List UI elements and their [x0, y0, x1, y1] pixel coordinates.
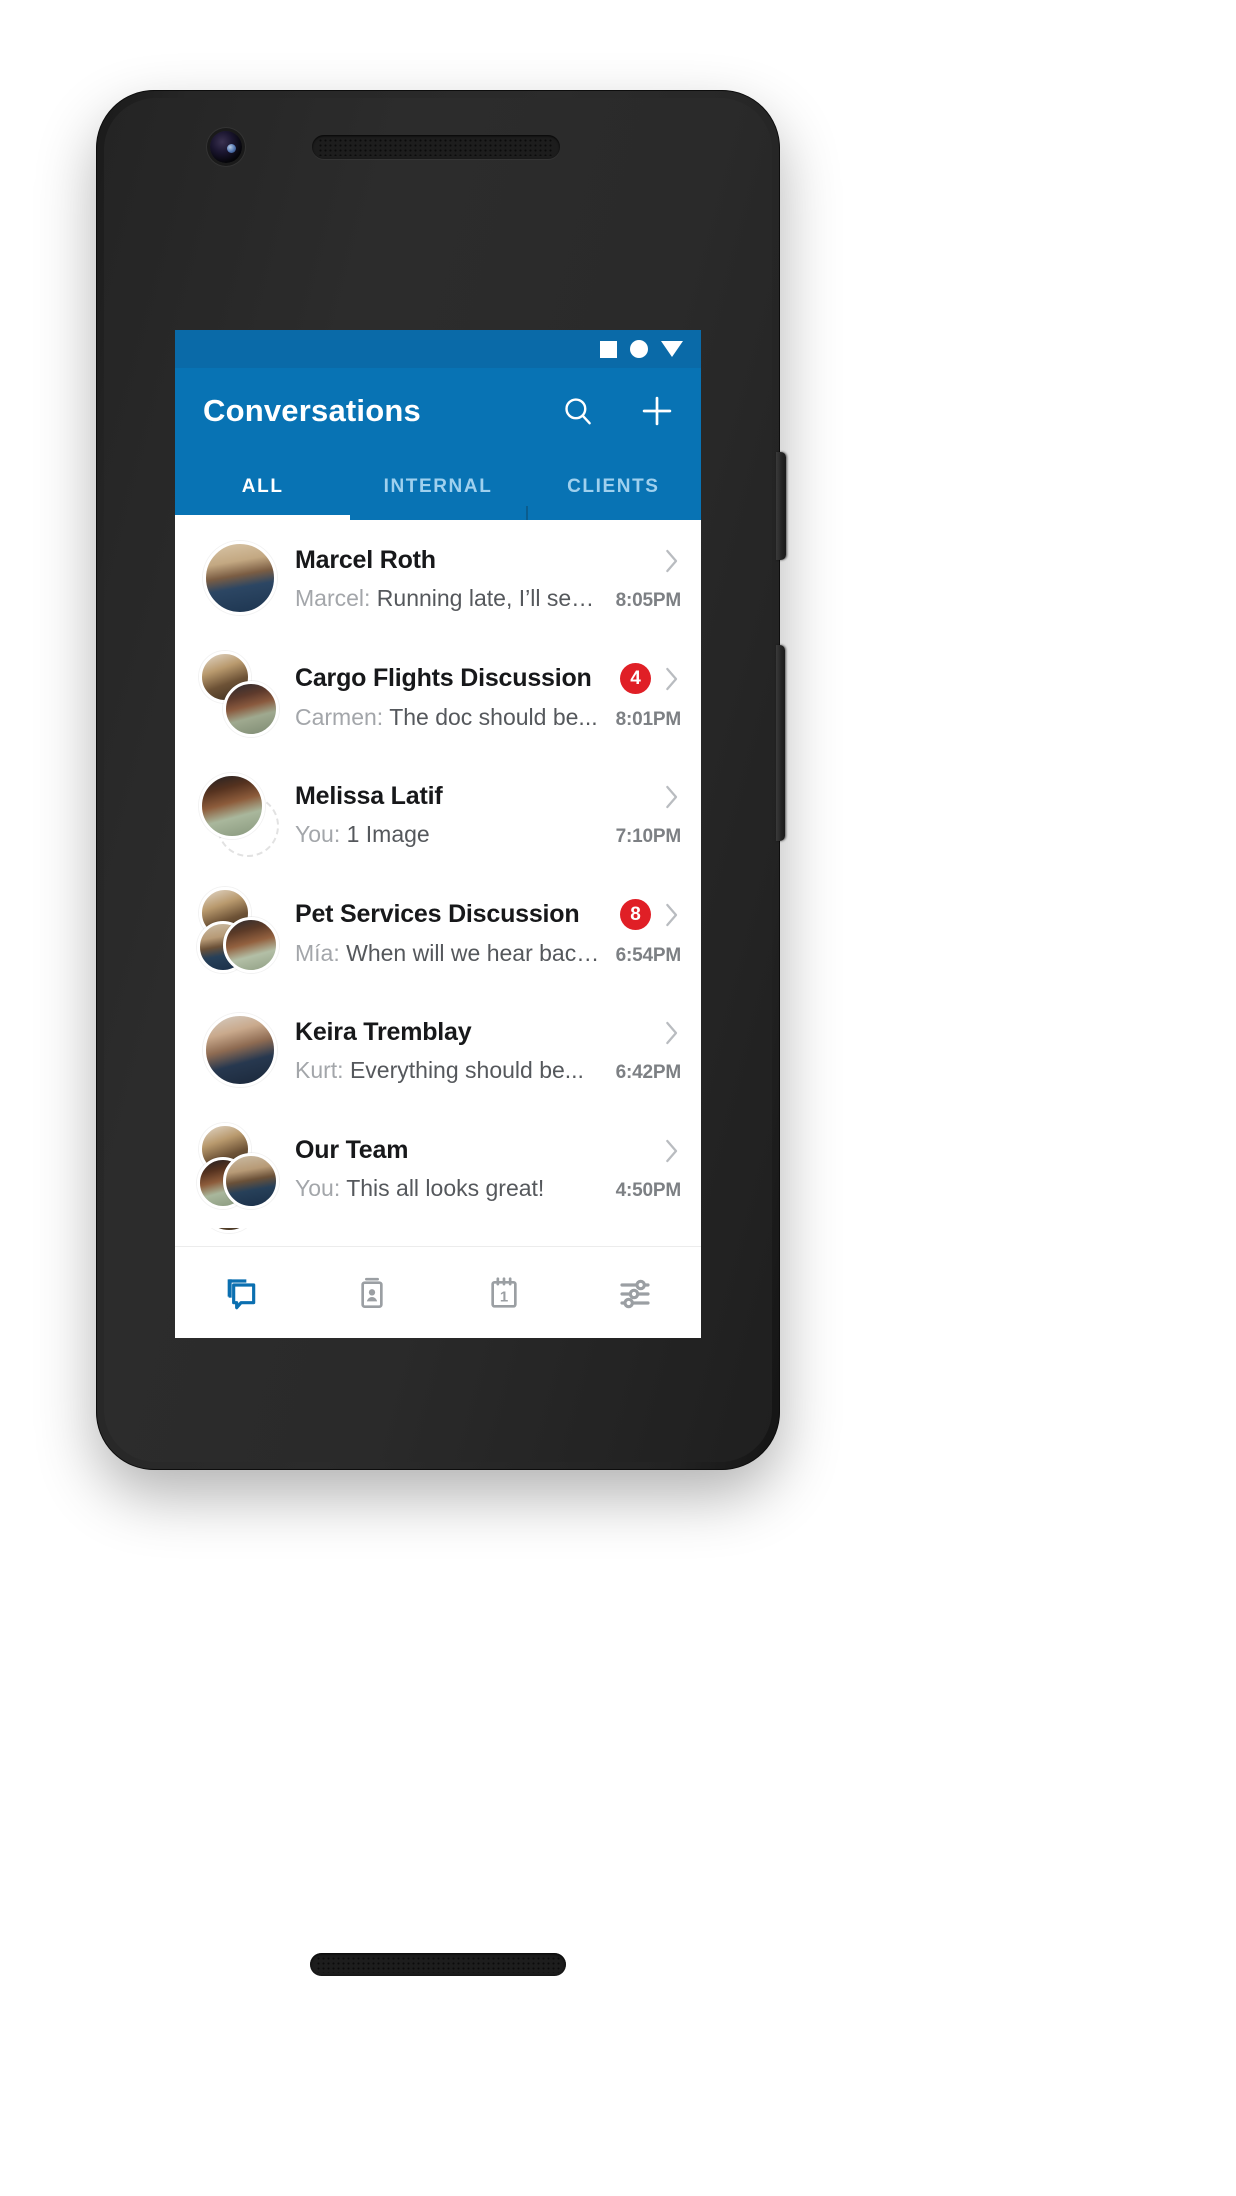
bottom-speaker [310, 1953, 566, 1976]
conversation-preview: Carmen: The doc should be... [295, 704, 602, 731]
chevron-right-icon [666, 903, 678, 926]
avatar-image [223, 917, 279, 973]
conversation-preview: Marcel: Running late, I’ll send... [295, 585, 602, 612]
status-badge: 4 [620, 663, 651, 694]
chevron-right-icon [666, 667, 678, 690]
avatar-image [203, 541, 277, 615]
conversation-preview: You: This all looks great! [295, 1175, 602, 1202]
volume-button[interactable] [776, 645, 785, 841]
calendar-icon: 1 [491, 1276, 517, 1308]
tab-all[interactable]: ALL [175, 454, 350, 520]
conversation-time: 6:42PM [615, 1062, 682, 1083]
status-badge: 8 [620, 899, 651, 930]
conversation-title: Our Team [295, 1136, 409, 1164]
preview-sender: You: [295, 1175, 341, 1201]
preview-text: 1 Image [346, 821, 430, 847]
preview-text: This all looks great! [346, 1175, 545, 1201]
preview-sender: Kurt: [295, 1057, 344, 1083]
bottom-navigation: 1 [175, 1246, 701, 1338]
preview-sender: You: [295, 821, 341, 847]
conversation-time: 4:50PM [615, 1180, 682, 1201]
nav-item-contacts[interactable] [307, 1274, 439, 1314]
avatar-image [199, 1228, 259, 1233]
nav-item-calendar[interactable]: 1 [438, 1274, 570, 1314]
chat-bubbles-icon [227, 1278, 256, 1309]
list-item[interactable]: Marcel Roth Marcel: Running late, I’ll s… [175, 520, 701, 638]
avatar-image [203, 1013, 277, 1087]
preview-sender: Mía: [295, 940, 340, 966]
conversation-time: 8:05PM [615, 590, 682, 611]
list-item[interactable]: Our Team You: This all looks great! 4:50… [175, 1110, 701, 1228]
screenshot-root: Conversations ALL INTERNAL CLIENTS Marce… [0, 0, 1236, 2196]
conversation-title: Cargo Flights Discussion [295, 664, 592, 692]
conversation-preview: Mía: When will we hear back... [295, 940, 602, 967]
preview-text: Everything should be... [349, 1057, 584, 1083]
tab-divider [525, 506, 528, 520]
page-title: Conversations [203, 393, 421, 428]
avatar [197, 533, 283, 625]
conversation-list[interactable]: Marcel Roth Marcel: Running late, I’ll s… [175, 520, 701, 1246]
conversation-title: Marcel Roth [295, 546, 436, 574]
contact-card-icon [361, 1277, 383, 1308]
conversation-preview: Kurt: Everything should be... [295, 1057, 602, 1084]
avatar-image [223, 681, 279, 737]
tab-bar: ALL INTERNAL CLIENTS [175, 454, 701, 520]
search-icon [565, 398, 591, 425]
conversation-title: Melissa Latif [295, 782, 443, 810]
avatar-group [197, 651, 283, 743]
list-item[interactable]: Melissa Latif You: 1 Image 7:10PM [175, 756, 701, 874]
chevron-right-icon [666, 549, 678, 572]
circle-icon [630, 340, 648, 358]
conversation-preview: You: 1 Image [295, 821, 602, 848]
preview-sender: Carmen: [295, 704, 384, 730]
list-item[interactable]: Keira Tremblay Kurt: Everything should b… [175, 992, 701, 1110]
calendar-day-label: 1 [500, 1288, 508, 1305]
front-camera-icon [210, 131, 242, 163]
list-item[interactable] [175, 1228, 701, 1246]
avatar [197, 1005, 283, 1097]
sliders-icon [620, 1279, 650, 1308]
avatar [197, 1228, 283, 1246]
phone-screen: Conversations ALL INTERNAL CLIENTS Marce… [175, 330, 701, 1338]
conversation-title: Keira Tremblay [295, 1018, 472, 1046]
square-icon [600, 340, 617, 358]
preview-text: The doc should be... [389, 704, 598, 730]
list-item[interactable]: Cargo Flights Discussion 4 Carmen: The d… [175, 638, 701, 756]
nav-item-settings[interactable] [570, 1274, 702, 1314]
plus-icon [642, 396, 672, 426]
nav-item-conversations[interactable] [175, 1274, 307, 1314]
avatar-image [223, 1153, 279, 1209]
preview-text: When will we hear back... [346, 940, 602, 966]
status-bar [175, 330, 701, 368]
avatar [197, 769, 283, 861]
preview-text: Running late, I’ll send... [376, 585, 602, 611]
list-item[interactable]: Pet Services Discussion 8 Mía: When will… [175, 874, 701, 992]
preview-sender: Marcel: [295, 585, 371, 611]
tab-internal[interactable]: INTERNAL [350, 454, 525, 520]
tab-clients[interactable]: CLIENTS [526, 454, 701, 520]
earpiece-speaker [312, 135, 560, 159]
conversation-time: 8:01PM [615, 709, 682, 730]
triangle-down-icon [661, 341, 683, 357]
avatar-group [197, 887, 283, 979]
power-button[interactable] [776, 452, 786, 560]
avatar-image [199, 773, 265, 839]
conversation-time: 7:10PM [615, 826, 682, 847]
conversation-time: 6:54PM [615, 945, 682, 966]
chevron-right-icon [666, 1139, 678, 1162]
chevron-right-icon [666, 1021, 678, 1044]
search-button[interactable] [561, 394, 595, 428]
app-bar: Conversations [175, 368, 701, 454]
chevron-right-icon [666, 785, 678, 808]
new-conversation-button[interactable] [639, 393, 675, 429]
conversation-title: Pet Services Discussion [295, 900, 580, 928]
avatar-group [197, 1123, 283, 1215]
